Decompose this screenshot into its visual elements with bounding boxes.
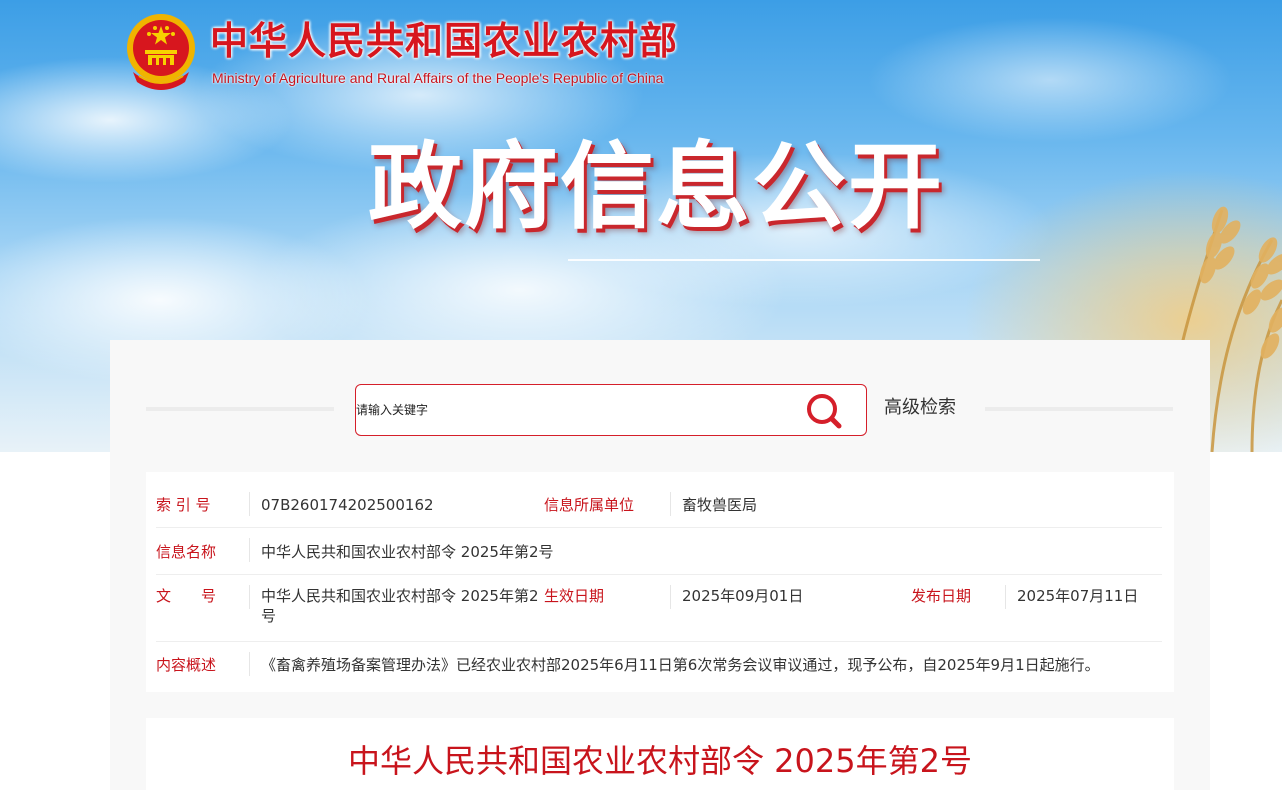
separator [249,585,250,609]
index-label: 索 引 号 [156,496,211,514]
publish-date-label: 发布日期 [911,587,972,605]
unit-value: 畜牧兽医局 [682,496,758,514]
unit-label: 信息所属单位 [544,496,635,514]
document-title: 中华人民共和国农业农村部令 2025年第2号 [348,742,972,780]
ministry-name-cn: 中华人民共和国农业农村部 [210,19,679,63]
effective-date-label: 生效日期 [544,587,605,605]
info-row-name: 信息名称 中华人民共和国农业农村部令 2025年第2号 [156,528,1162,575]
separator [249,492,250,516]
divider-right [985,407,1173,411]
index-value: 07B260174202500162 [261,496,434,514]
docno-value: 中华人民共和国农业农村部令 2025年第2号 [261,587,539,625]
publish-date-value: 2025年07月11日 [1017,587,1139,605]
name-value: 中华人民共和国农业农村部令 2025年第2号 [261,543,554,561]
divider-left [146,407,334,411]
document-card: 中华人民共和国农业农村部令 2025年第2号 [146,718,1174,790]
search-box [355,384,867,436]
search-area: 高级检索 [110,340,1210,452]
national-emblem-icon [127,14,195,90]
separator [670,492,671,516]
main-panel: 高级检索 索 引 号 07B260174202500162 信息所属单位 畜牧兽… [110,340,1210,790]
summary-label: 内容概述 [156,656,217,674]
ministry-name-en: Ministry of Agriculture and Rural Affair… [212,70,664,86]
info-row-index: 索 引 号 07B260174202500162 信息所属单位 畜牧兽医局 [156,482,1162,528]
separator [249,652,250,676]
summary-value: 《畜禽养殖场备案管理办法》已经农业农村部2025年6月11日第6次常务会议审议通… [261,656,1100,674]
effective-date-value: 2025年09月01日 [682,587,804,605]
title-underline [568,259,1040,261]
search-icon[interactable] [802,391,846,431]
info-row-docno: 文 号 中华人民共和国农业农村部令 2025年第2号 生效日期 2025年09月… [156,575,1162,642]
info-row-summary: 内容概述 《畜禽养殖场备案管理办法》已经农业农村部2025年6月11日第6次常务… [156,642,1162,686]
search-input[interactable] [356,385,786,435]
docno-label: 文 号 [156,587,217,605]
advanced-search-link[interactable]: 高级检索 [884,396,956,420]
separator [670,585,671,609]
info-table: 索 引 号 07B260174202500162 信息所属单位 畜牧兽医局 信息… [146,472,1174,692]
separator [249,538,250,562]
banner-title: 政府信息公开 [368,133,945,242]
name-label: 信息名称 [156,543,217,561]
separator [1005,585,1006,609]
